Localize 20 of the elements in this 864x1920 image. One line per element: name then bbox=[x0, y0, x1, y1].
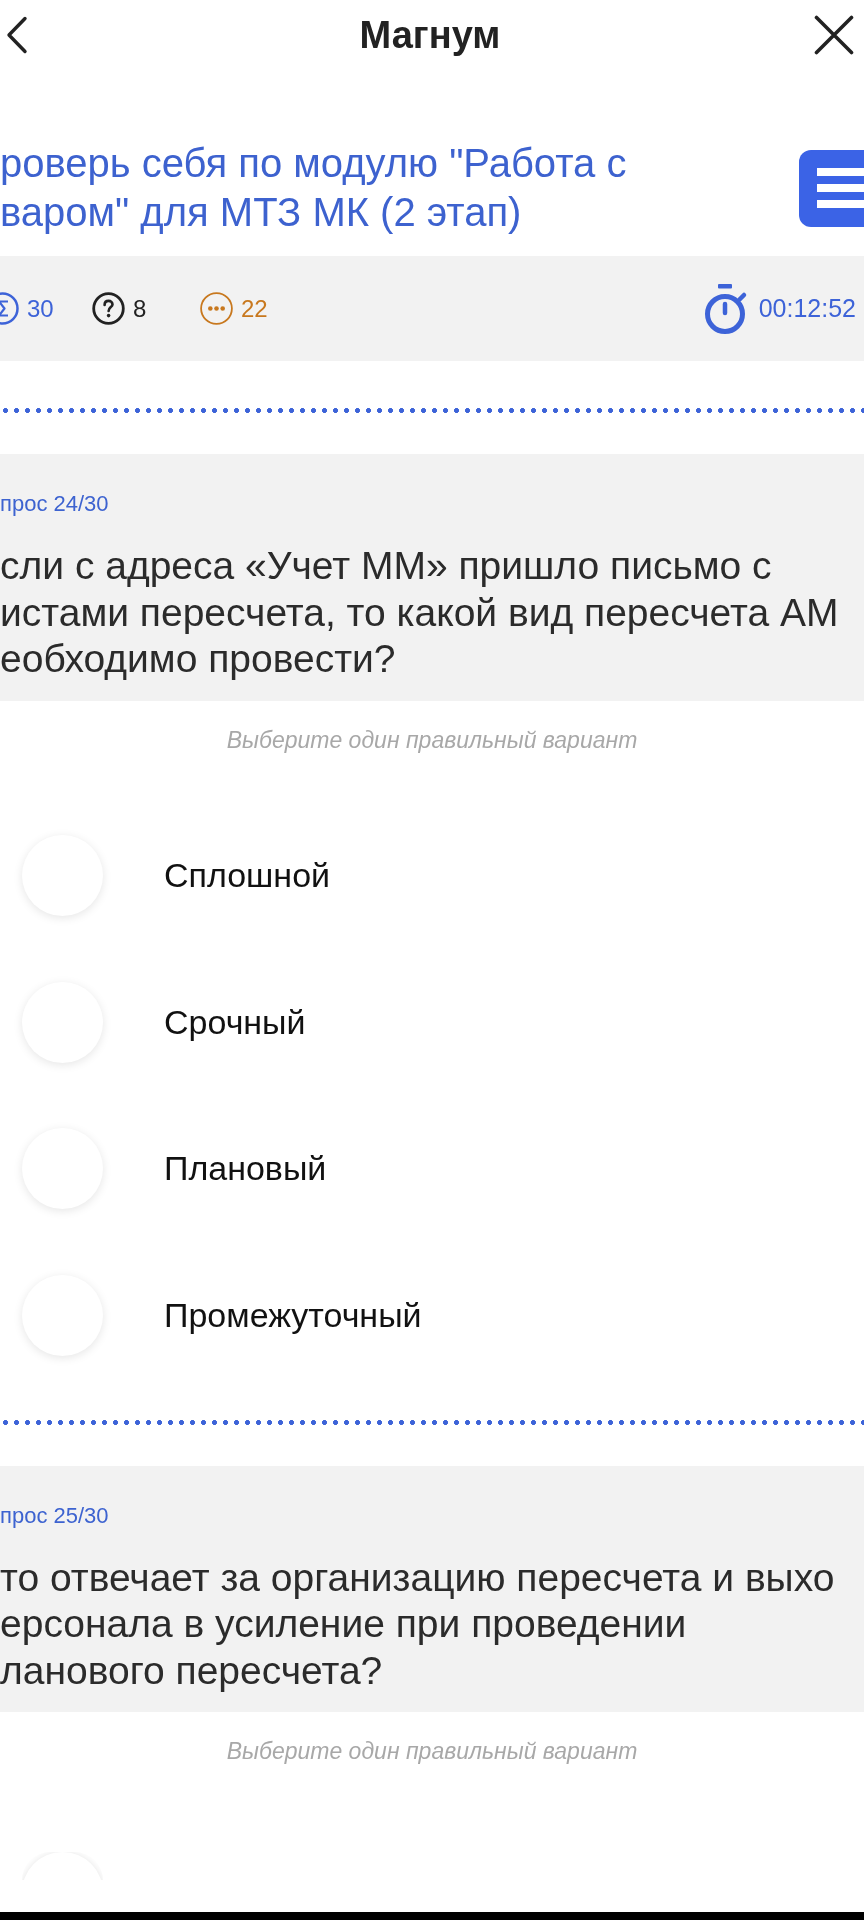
question-number: прос 24/30 bbox=[0, 490, 110, 518]
question-text: сли с адреса «Учет ММ» пришло письмо с истами пересчета, то какой вид пересчета АМ еобходимо провести? bbox=[0, 543, 840, 682]
question-text: то отвечает за организацию пересчета и выхо ерсонала в усиление при проведении ланового пересчета? bbox=[0, 1554, 836, 1694]
menu-icon bbox=[817, 168, 864, 208]
stat-count: 22 bbox=[241, 294, 268, 323]
test-title: роверь себя по модулю "Работа с варом" для МТЗ МК (2 этап) bbox=[0, 140, 628, 236]
back-icon[interactable] bbox=[6, 16, 28, 54]
menu-button[interactable] bbox=[799, 149, 864, 227]
question-number: прос 25/30 bbox=[0, 1501, 110, 1530]
header-title: Магнум bbox=[359, 13, 501, 57]
option-label: Сплошной bbox=[164, 856, 331, 896]
option-label: Промежуточный bbox=[164, 1295, 422, 1335]
answer-hint: Выберите один правильный вариант bbox=[225, 1737, 639, 1766]
close-icon[interactable] bbox=[814, 15, 854, 55]
option-label: Плановый bbox=[164, 1149, 327, 1189]
timer-text: 00:12:52 bbox=[758, 294, 856, 323]
answer-hint: Выберите один правильный вариант bbox=[225, 725, 639, 755]
stat-count: 8 bbox=[133, 294, 147, 323]
stat-count: 30 bbox=[27, 294, 54, 323]
option-label: Срочный bbox=[164, 1002, 306, 1042]
